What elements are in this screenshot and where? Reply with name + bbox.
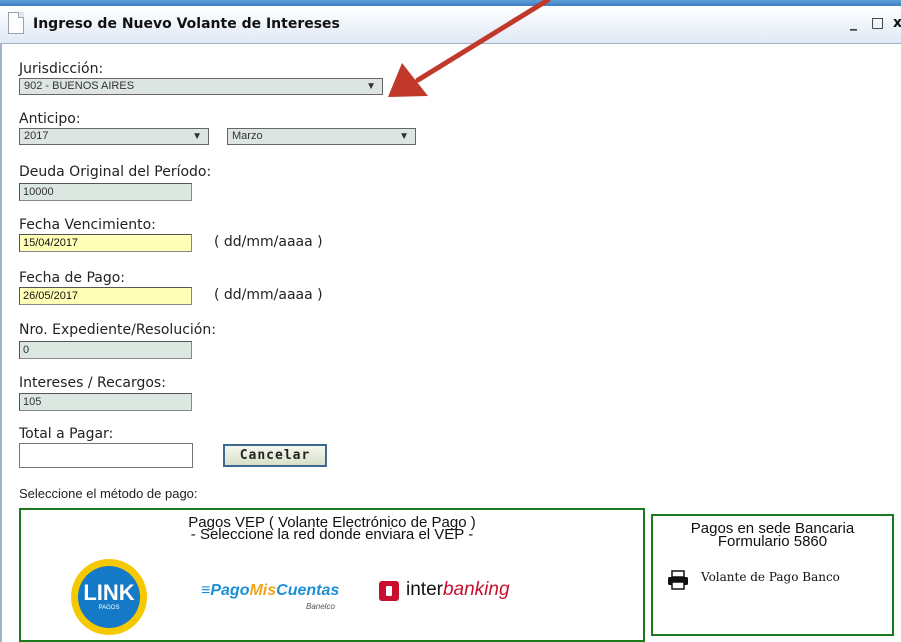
annotation-arrow <box>388 0 551 97</box>
